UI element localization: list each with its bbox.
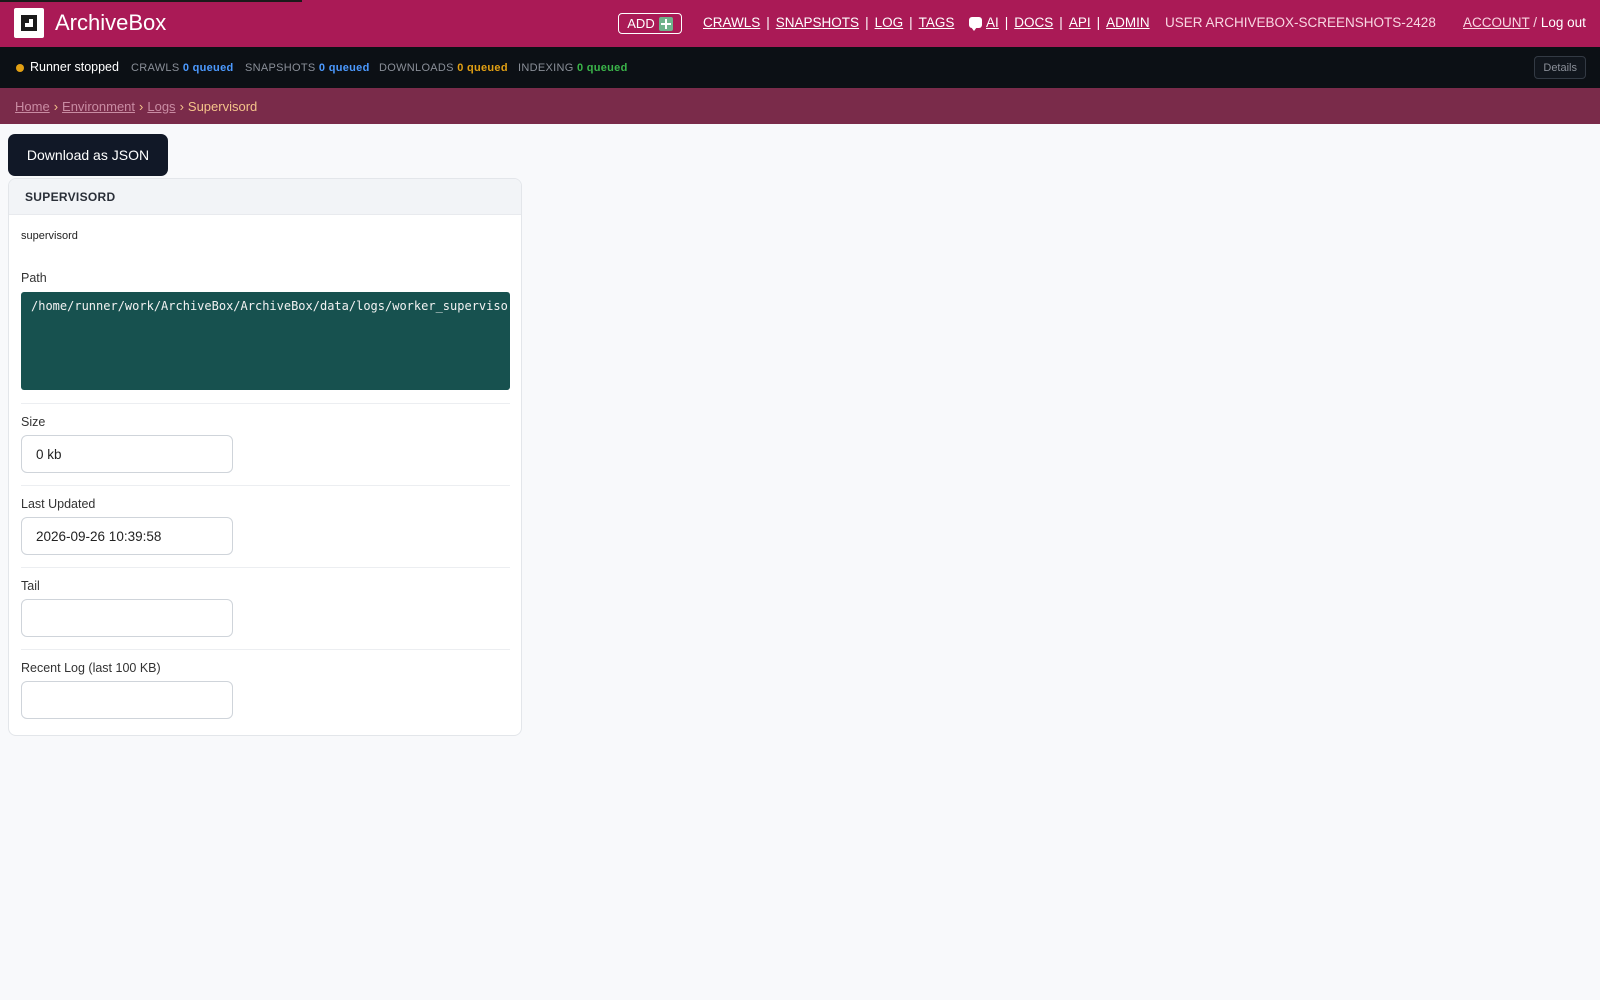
breadcrumb-current: Supervisord [187, 98, 258, 114]
top-navbar: ArchiveBox ADD CRAWLS | SNAPSHOTS | LOG … [0, 0, 1600, 47]
divider [21, 403, 510, 404]
nav-tags-link[interactable]: TAGS [919, 15, 955, 30]
runner-status-bar: Runner stopped CRAWLS 0 queued SNAPSHOTS… [0, 47, 1600, 88]
archivebox-logo-icon[interactable] [14, 8, 44, 38]
tail-label: Tail [21, 579, 40, 593]
last-updated-label: Last Updated [21, 497, 96, 511]
divider [21, 567, 510, 568]
card-description: supervisord [21, 230, 78, 242]
main-nav: CRAWLS | SNAPSHOTS | LOG | TAGS [703, 15, 955, 30]
divider [21, 649, 510, 650]
downloads-stat: DOWNLOADS 0 queued [379, 62, 508, 74]
breadcrumb-logs[interactable]: Logs [147, 99, 175, 114]
recent-log-label: Recent Log (last 100 KB) [21, 661, 161, 675]
snapshots-stat: SNAPSHOTS 0 queued [245, 62, 370, 74]
nav-log-link[interactable]: LOG [875, 15, 904, 30]
account-link[interactable]: ACCOUNT [1463, 15, 1530, 30]
chat-icon [969, 17, 982, 31]
tools-nav: AI | DOCS | API | ADMIN [969, 15, 1150, 31]
user-label: USER ARCHIVEBOX-SCREENSHOTS-2428 [1165, 15, 1436, 30]
runner-status-dot-icon [16, 64, 24, 72]
download-json-button[interactable]: Download as JSON [8, 134, 168, 176]
recent-log-field[interactable] [21, 681, 233, 719]
nav-snapshots-link[interactable]: SNAPSHOTS [776, 15, 859, 30]
size-label: Size [21, 415, 46, 429]
nav-ai-link[interactable]: AI [986, 15, 999, 30]
add-label: ADD [627, 16, 655, 31]
plus-icon [658, 16, 673, 31]
crawls-stat: CRAWLS 0 queued [131, 62, 234, 74]
nav-docs-link[interactable]: DOCS [1014, 15, 1053, 30]
last-updated-field[interactable]: 2026-09-26 10:39:58 [21, 517, 233, 555]
indexing-stat: INDEXING 0 queued [518, 62, 628, 74]
add-button[interactable]: ADD [618, 13, 682, 34]
nav-api-link[interactable]: API [1069, 15, 1091, 30]
details-button[interactable]: Details [1534, 56, 1586, 79]
card-title: SUPERVISORD [9, 179, 521, 215]
supervisord-card: SUPERVISORD supervisord Path /home/runne… [8, 178, 522, 736]
nav-crawls-link[interactable]: CRAWLS [703, 15, 760, 30]
loading-bar [0, 0, 302, 2]
path-label: Path [21, 271, 47, 285]
breadcrumb: Home › Environment › Logs › Supervisord [0, 88, 1600, 124]
breadcrumb-environment[interactable]: Environment [62, 99, 135, 114]
nav-admin-link[interactable]: ADMIN [1106, 15, 1150, 30]
size-field[interactable]: 0 kb [21, 435, 233, 473]
brand-title[interactable]: ArchiveBox [55, 10, 166, 36]
runner-status: Runner stopped [30, 60, 119, 74]
breadcrumb-home[interactable]: Home [15, 99, 50, 114]
logout-link[interactable]: Log out [1541, 15, 1586, 30]
tail-field[interactable] [21, 599, 233, 637]
account-links: ACCOUNT / Log out [1463, 15, 1586, 30]
path-value[interactable]: /home/runner/work/ArchiveBox/ArchiveBox/… [21, 292, 510, 390]
divider [21, 485, 510, 486]
